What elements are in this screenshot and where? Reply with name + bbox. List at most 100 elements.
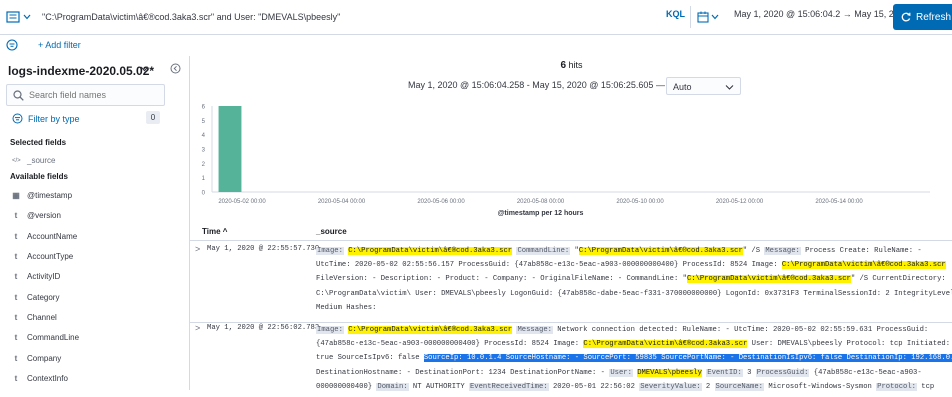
filter-by-type-button[interactable]: Filter by type: [12, 113, 80, 124]
y-tick-label: 0: [202, 191, 206, 197]
column-header-time[interactable]: Time ^: [202, 227, 227, 236]
field-item-company[interactable]: t Company: [12, 354, 62, 363]
field-name: _source: [27, 156, 56, 165]
x-tick-label: 2020-05-08 00:00: [517, 199, 565, 205]
row-source: Image: C:\ProgramData\victim\â€®cod.3aka…: [316, 323, 952, 394]
field-key: ProcessGuid:: [755, 368, 810, 377]
field-item-category[interactable]: t Category: [12, 293, 60, 302]
source-text: " /S: [742, 247, 765, 255]
source-text: User: DMEVALS\pbeesly Protocol: tcp Init…: [747, 340, 951, 349]
add-filter-button[interactable]: + Add filter: [38, 40, 81, 50]
row-timestamp: May 1, 2020 @ 22:55:57.730: [207, 245, 320, 253]
collapse-sidebar-icon[interactable]: [170, 63, 181, 74]
x-tick-label: 2020-05-12 00:00: [716, 199, 764, 205]
expand-row-icon[interactable]: >: [195, 323, 200, 333]
string-type-icon: t: [14, 293, 18, 302]
field-item-timestamp[interactable]: ▦ @timestamp: [12, 191, 72, 200]
source-line: Image: C:\ProgramData\victim\â€®cod.3aka…: [316, 244, 952, 258]
field-item-channel[interactable]: t Channel: [12, 313, 57, 322]
saved-query-menu-button[interactable]: [6, 8, 40, 26]
hits-summary: 6 hits: [190, 60, 952, 71]
source-text: UtcTime: 2020-05-02 02:55:56.157 Process…: [316, 261, 782, 270]
field-item-version[interactable]: t @version: [12, 211, 61, 220]
field-item-source[interactable]: </> _source: [12, 156, 55, 165]
interval-select[interactable]: Auto: [666, 77, 741, 95]
table-row[interactable]: > May 1, 2020 @ 22:56:02.783 Image: C:\P…: [190, 322, 952, 397]
highlight-match: C:\ProgramData\victim\â€®cod.3aka3.scr: [578, 247, 743, 255]
y-tick-label: 3: [202, 148, 206, 154]
source-text: Process Create: RuleName: -: [800, 247, 922, 255]
string-type-icon: t: [14, 211, 18, 220]
x-tick-label: 2020-05-02 00:00: [218, 199, 266, 205]
string-type-icon: t: [14, 272, 18, 281]
source-text: ": [570, 247, 579, 255]
highlight-match: C:\ProgramData\victim\â€®cod.3aka3.scr: [686, 275, 851, 284]
chevron-down-icon: [711, 14, 719, 20]
highlight-match: C:\ProgramData\victim\â€®cod.3aka3.scr: [583, 340, 748, 349]
field-search-box[interactable]: [6, 84, 165, 106]
filter-options-icon[interactable]: [6, 39, 18, 51]
field-name: Company: [27, 354, 62, 363]
selected-fields-heading: Selected fields: [10, 138, 67, 147]
field-name: CommandLine: [27, 333, 80, 342]
table-header: Time ^ _source: [190, 222, 952, 241]
date-type-icon: ▦: [12, 191, 20, 200]
filter-by-type-label: Filter by type: [28, 113, 80, 124]
refresh-label: Refresh: [916, 11, 952, 23]
source-line: C:\ProgramData\victim\ User: DMEVALS\pbe…: [316, 287, 952, 301]
y-tick-label: 5: [202, 119, 206, 125]
field-name: Channel: [27, 313, 57, 322]
x-tick-label: 2020-05-10 00:00: [616, 199, 664, 205]
field-name: Category: [27, 293, 60, 302]
field-item-activityid[interactable]: t ActivityID: [12, 272, 61, 281]
chevron-down-icon[interactable]: [140, 66, 149, 72]
x-tick-label: 2020-05-06 00:00: [417, 199, 465, 205]
field-key: Image:: [316, 326, 344, 334]
refresh-button[interactable]: Refresh: [893, 4, 952, 30]
field-item-accounttype[interactable]: t AccountType: [12, 252, 74, 261]
y-tick-label: 4: [202, 133, 206, 139]
field-key: CommandLine:: [516, 247, 571, 255]
field-item-contextinfo[interactable]: t ContextInfo: [12, 374, 68, 383]
column-header-source: _source: [316, 227, 347, 236]
histogram-bar: [218, 106, 242, 192]
string-type-icon: t: [14, 354, 18, 363]
source-text: DestinationHostname: - DestinationPort: …: [316, 368, 610, 377]
source-text: {47ab858c-e13c-5eac-a903-: [809, 368, 922, 377]
expand-row-icon[interactable]: >: [195, 244, 200, 254]
field-key: Message:: [764, 247, 801, 255]
x-axis-label: @timestamp per 12 hours: [498, 210, 584, 217]
table-row[interactable]: > May 1, 2020 @ 22:55:57.730 Image: C:\P…: [190, 244, 952, 318]
column-label: Time: [202, 227, 221, 236]
search-query-input[interactable]: "C:\ProgramData\victim\â€®cod.3aka3.scr"…: [42, 6, 602, 28]
source-line: DestinationHostname: - DestinationPort: …: [316, 366, 952, 380]
search-field-names-input[interactable]: [29, 88, 159, 102]
highlight-match: C:\ProgramData\victim\â€®cod.3aka3.scr: [348, 326, 513, 334]
source-line: 000000000400} Domain: NT AUTHORITY Event…: [316, 380, 952, 394]
string-type-icon: t: [14, 232, 18, 241]
field-name: @timestamp: [27, 191, 73, 200]
source-text: " /S CurrentDirectory:: [850, 275, 946, 284]
query-bar: "C:\ProgramData\victim\â€®cod.3aka3.scr"…: [0, 0, 952, 35]
filter-bar: + Add filter: [0, 35, 952, 55]
field-item-accountname[interactable]: t AccountName: [12, 232, 78, 241]
available-fields-heading: Available fields: [10, 172, 68, 181]
string-type-icon: t: [14, 333, 18, 342]
source-text: true SourceIsIpv6: false: [316, 354, 424, 363]
field-key: EventID:: [706, 368, 743, 377]
quick-date-menu-button[interactable]: [697, 8, 723, 26]
query-language-toggle[interactable]: KQL: [666, 9, 685, 19]
field-name: AccountName: [27, 232, 78, 241]
y-tick-label: 2: [202, 162, 206, 168]
string-type-icon: t: [14, 252, 18, 261]
x-tick-label: 2020-05-14 00:00: [815, 199, 863, 205]
source-line: Medium Hashes:: [316, 301, 952, 315]
search-icon: [13, 90, 24, 101]
x-tick-label: 2020-05-04 00:00: [318, 199, 366, 205]
field-item-commandline[interactable]: t CommandLine: [12, 333, 79, 342]
field-key: Message:: [516, 326, 553, 334]
index-pattern-selector[interactable]: logs-indexme-2020.05.02*: [8, 64, 154, 78]
time-range-text: May 1, 2020 @ 15:06:04.258 - May 15, 202…: [408, 80, 665, 90]
source-text: Network connection detected: RuleName: -…: [552, 326, 929, 334]
field-name: AccountType: [27, 252, 74, 261]
